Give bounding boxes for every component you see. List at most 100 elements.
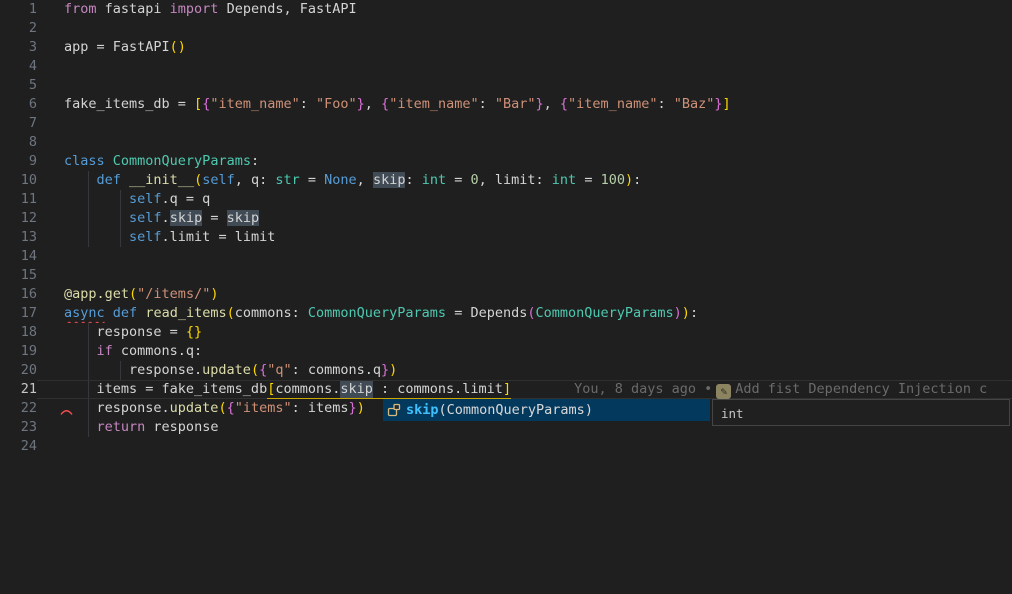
code-token: =: [202, 210, 226, 226]
code-token: self: [129, 229, 162, 245]
line-number[interactable]: 1: [0, 0, 37, 19]
code-line[interactable]: 19 if commons.q:: [0, 342, 1012, 361]
line-number[interactable]: 14: [0, 247, 37, 266]
code-token: ): [682, 305, 690, 321]
code-line-content[interactable]: self.limit = limit: [37, 228, 1012, 247]
code-lines[interactable]: 1from fastapi import Depends, FastAPI23a…: [0, 0, 1012, 456]
code-line-content[interactable]: from fastapi import Depends, FastAPI: [37, 0, 1012, 19]
line-number[interactable]: 18: [0, 323, 37, 342]
code-line-content[interactable]: app = FastAPI(): [37, 38, 1012, 57]
line-number[interactable]: 22: [0, 399, 37, 418]
line-number[interactable]: 12: [0, 209, 37, 228]
code-line-content[interactable]: response.update({"q": commons.q}): [37, 361, 1012, 380]
line-number[interactable]: 2: [0, 19, 37, 38]
code-token: ): [389, 362, 397, 378]
code-line[interactable]: 18 response = {}: [0, 323, 1012, 342]
code-line-content[interactable]: self.skip = skip: [37, 209, 1012, 228]
line-number[interactable]: 13: [0, 228, 37, 247]
code-token: :: [251, 153, 259, 169]
line-number[interactable]: 4: [0, 57, 37, 76]
code-line[interactable]: 12 self.skip = skip: [0, 209, 1012, 228]
code-line-content[interactable]: [37, 133, 1012, 152]
line-number[interactable]: 3: [0, 38, 37, 57]
code-line[interactable]: 10 def __init__(self, q: str = None, ski…: [0, 171, 1012, 190]
line-number[interactable]: 20: [0, 361, 37, 380]
line-number[interactable]: 8: [0, 133, 37, 152]
line-number[interactable]: 19: [0, 342, 37, 361]
code-line-content[interactable]: class CommonQueryParams:: [37, 152, 1012, 171]
code-line-content[interactable]: async def read_items(commons: CommonQuer…: [37, 304, 1012, 323]
code-token: "item_name": [210, 96, 299, 112]
error-squiggle: [60, 408, 73, 416]
code-line[interactable]: 24: [0, 437, 1012, 456]
code-line-content[interactable]: [37, 57, 1012, 76]
code-token: (: [194, 172, 202, 188]
code-token: ,: [365, 96, 381, 112]
line-number[interactable]: 10: [0, 171, 37, 190]
code-line-content[interactable]: if commons.q:: [37, 342, 1012, 361]
code-line[interactable]: 2: [0, 19, 1012, 38]
code-line[interactable]: 11 self.q = q: [0, 190, 1012, 209]
code-line[interactable]: 14: [0, 247, 1012, 266]
code-line-content[interactable]: @app.get("/items/"): [37, 285, 1012, 304]
inline-blame[interactable]: You, 8 days ago •✎Add fist Dependency In…: [574, 381, 987, 397]
line-number[interactable]: 24: [0, 437, 37, 456]
code-line[interactable]: 21 items = fake_items_db[commons.skip : …: [0, 380, 1012, 399]
code-token: : commons.q: [292, 362, 381, 378]
code-token: items = fake_items_db: [64, 381, 267, 397]
code-token: response: [145, 419, 218, 435]
code-token: @app.get: [64, 286, 129, 302]
code-token: [64, 210, 129, 226]
code-token: from: [64, 1, 97, 17]
code-token: "Bar": [495, 96, 536, 112]
code-line[interactable]: 8: [0, 133, 1012, 152]
code-line[interactable]: 15: [0, 266, 1012, 285]
line-number[interactable]: 23: [0, 418, 37, 437]
line-number[interactable]: 21: [0, 380, 37, 399]
code-line[interactable]: 6fake_items_db = [{"item_name": "Foo"}, …: [0, 95, 1012, 114]
line-number[interactable]: 6: [0, 95, 37, 114]
code-token: =: [446, 172, 470, 188]
code-line[interactable]: 16@app.get("/items/"): [0, 285, 1012, 304]
code-token: ): [625, 172, 633, 188]
code-token: CommonQueryParams: [113, 153, 251, 169]
code-line-content[interactable]: [37, 247, 1012, 266]
code-line[interactable]: 17async def read_items(commons: CommonQu…: [0, 304, 1012, 323]
code-token: ,: [357, 172, 373, 188]
code-token: CommonQueryParams: [308, 305, 446, 321]
code-line[interactable]: 20 response.update({"q": commons.q}): [0, 361, 1012, 380]
code-line-content[interactable]: response = {}: [37, 323, 1012, 342]
code-line[interactable]: 13 self.limit = limit: [0, 228, 1012, 247]
code-line-content[interactable]: [37, 266, 1012, 285]
line-number[interactable]: 9: [0, 152, 37, 171]
code-token: : items: [292, 400, 349, 416]
code-token: [105, 305, 113, 321]
code-line[interactable]: 3app = FastAPI(): [0, 38, 1012, 57]
suggest-widget-item[interactable]: skip (CommonQueryParams): [383, 399, 710, 421]
code-token: import: [170, 1, 219, 17]
code-line[interactable]: 5: [0, 76, 1012, 95]
line-number[interactable]: 15: [0, 266, 37, 285]
code-line-content[interactable]: [37, 114, 1012, 133]
code-line-content[interactable]: [37, 19, 1012, 38]
code-line-content[interactable]: [37, 76, 1012, 95]
code-line[interactable]: 7: [0, 114, 1012, 133]
code-line[interactable]: 9class CommonQueryParams:: [0, 152, 1012, 171]
code-token: str: [275, 172, 299, 188]
code-line[interactable]: 4: [0, 57, 1012, 76]
line-number[interactable]: 7: [0, 114, 37, 133]
code-line-content[interactable]: [37, 437, 1012, 456]
line-number[interactable]: 17: [0, 304, 37, 323]
code-line-content[interactable]: items = fake_items_db[commons.skip : com…: [37, 380, 1012, 399]
code-line-content[interactable]: def __init__(self, q: str = None, skip: …: [37, 171, 1012, 190]
line-number[interactable]: 16: [0, 285, 37, 304]
code-token: skip: [170, 210, 203, 226]
code-line[interactable]: 1from fastapi import Depends, FastAPI: [0, 0, 1012, 19]
code-line-content[interactable]: self.q = q: [37, 190, 1012, 209]
suggest-type-text: int: [721, 406, 744, 421]
code-line-content[interactable]: fake_items_db = [{"item_name": "Foo"}, {…: [37, 95, 1012, 114]
line-number[interactable]: 5: [0, 76, 37, 95]
line-number[interactable]: 11: [0, 190, 37, 209]
code-token: __init__: [129, 172, 194, 188]
vscode-editor[interactable]: 1from fastapi import Depends, FastAPI23a…: [0, 0, 1012, 594]
